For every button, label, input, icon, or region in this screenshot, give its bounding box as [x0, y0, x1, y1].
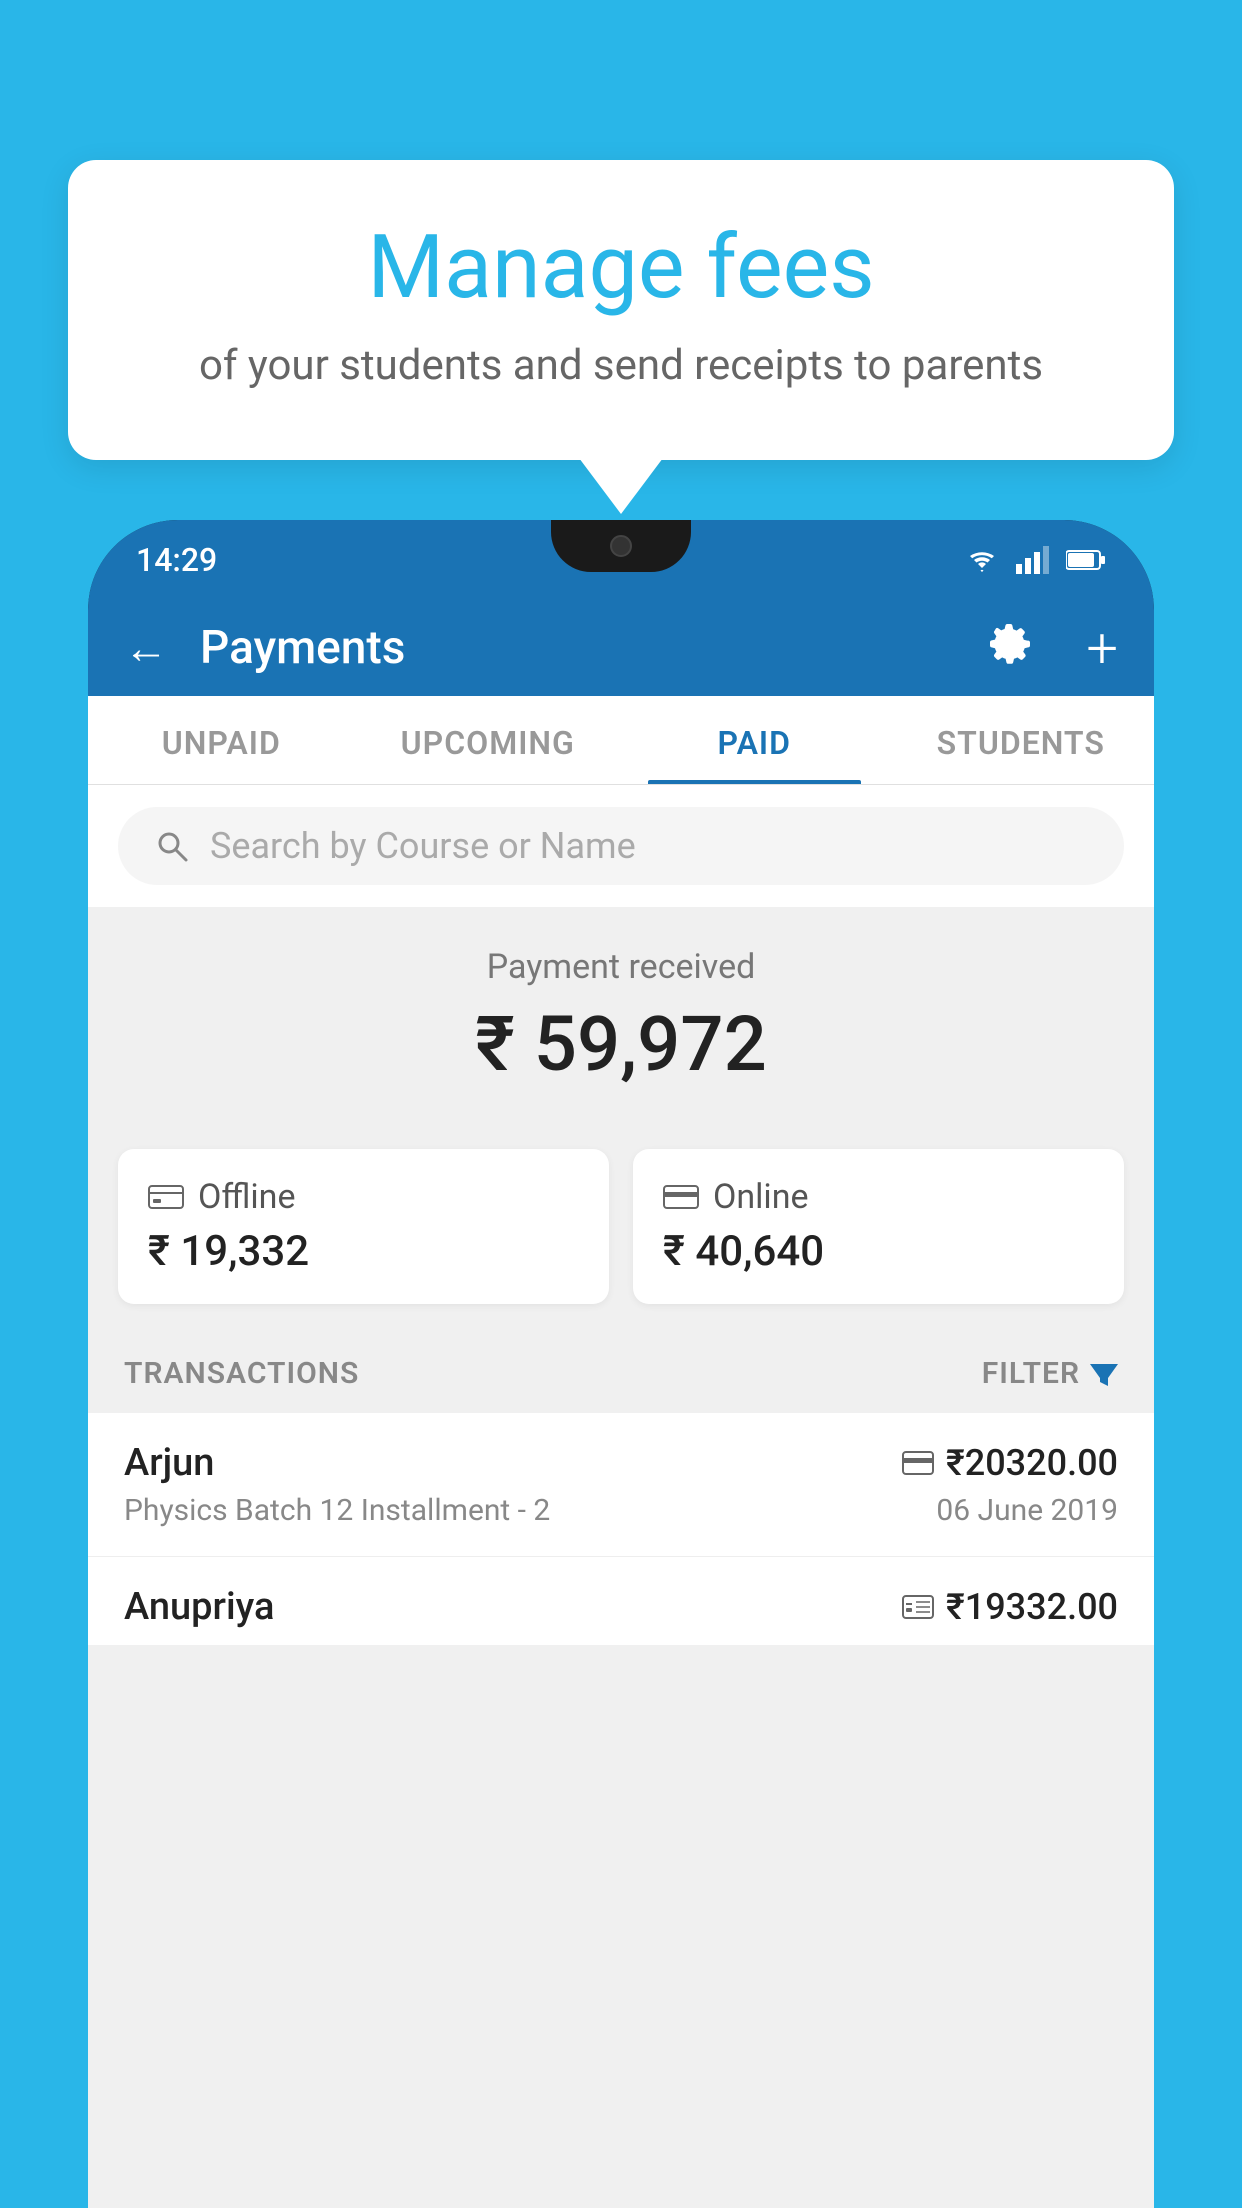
transaction-bottom: Physics Batch 12 Installment - 2 06 June…: [124, 1493, 1118, 1528]
transaction-top: Arjun ₹20320.00: [124, 1441, 1118, 1485]
online-label: Online: [713, 1177, 809, 1217]
cash-payment-icon: [902, 1594, 934, 1620]
transaction-course: Physics Batch 12 Installment - 2: [124, 1493, 550, 1528]
wifi-icon: [964, 546, 1000, 574]
filter-label: FILTER: [982, 1356, 1080, 1391]
status-time: 14:29: [136, 541, 217, 579]
transaction-name: Arjun: [124, 1441, 214, 1485]
status-icons: [964, 546, 1106, 574]
transaction-row[interactable]: Anupriya ₹19332.00: [88, 1557, 1154, 1645]
header-title: Payments: [200, 621, 954, 675]
status-bar: 14:29: [88, 520, 1154, 600]
offline-card-header: Offline: [148, 1177, 579, 1217]
card-payment-icon: [902, 1450, 934, 1476]
back-button[interactable]: ←: [124, 622, 168, 674]
notch: [551, 520, 691, 572]
settings-button[interactable]: [986, 619, 1034, 678]
payment-received-label: Payment received: [118, 947, 1124, 987]
online-icon: [663, 1183, 699, 1211]
offline-amount: ₹ 19,332: [148, 1227, 579, 1276]
filter-icon: [1090, 1360, 1118, 1388]
transaction-date: 06 June 2019: [936, 1493, 1118, 1528]
offline-label: Offline: [198, 1177, 295, 1217]
transaction-top: Anupriya ₹19332.00: [124, 1585, 1118, 1629]
search-bar[interactable]: Search by Course or Name: [118, 807, 1124, 885]
transaction-amount: ₹20320.00: [946, 1442, 1118, 1484]
search-container: Search by Course or Name: [88, 785, 1154, 907]
online-card-header: Online: [663, 1177, 1094, 1217]
online-payment-card: Online ₹ 40,640: [633, 1149, 1124, 1304]
speech-bubble-card: Manage fees of your students and send re…: [68, 160, 1174, 460]
search-placeholder: Search by Course or Name: [210, 825, 636, 867]
payment-method-cards: Offline ₹ 19,332 Online ₹ 40,640: [118, 1149, 1124, 1304]
tab-students[interactable]: STUDENTS: [888, 696, 1155, 784]
payment-total-amount: ₹ 59,972: [118, 999, 1124, 1089]
payment-received-section: Payment received ₹ 59,972: [88, 907, 1154, 1149]
transaction-amount: ₹19332.00: [946, 1586, 1118, 1628]
signal-icon: [1016, 546, 1050, 574]
background: Manage fees of your students and send re…: [0, 0, 1242, 2208]
tabs-bar: UNPAID UPCOMING PAID STUDENTS: [88, 696, 1154, 785]
online-amount: ₹ 40,640: [663, 1227, 1094, 1276]
front-camera: [610, 535, 632, 557]
filter-button[interactable]: FILTER: [982, 1356, 1118, 1391]
transactions-label: TRANSACTIONS: [124, 1356, 359, 1391]
battery-icon: [1066, 549, 1106, 571]
transactions-header: TRANSACTIONS FILTER: [88, 1334, 1154, 1413]
transaction-amount-wrapper: ₹19332.00: [902, 1586, 1118, 1628]
transaction-list: Arjun ₹20320.00 Physics Batch 12 Install…: [88, 1413, 1154, 1645]
search-icon: [154, 828, 190, 864]
offline-payment-card: Offline ₹ 19,332: [118, 1149, 609, 1304]
transaction-row[interactable]: Arjun ₹20320.00 Physics Batch 12 Install…: [88, 1413, 1154, 1557]
app-content: Search by Course or Name Payment receive…: [88, 785, 1154, 2208]
phone-frame: 14:29: [88, 520, 1154, 2208]
app-header: ← Payments +: [88, 600, 1154, 696]
bubble-title: Manage fees: [148, 220, 1094, 317]
tab-paid[interactable]: PAID: [621, 696, 888, 784]
bubble-subtitle: of your students and send receipts to pa…: [148, 341, 1094, 390]
tab-unpaid[interactable]: UNPAID: [88, 696, 355, 784]
transaction-amount-wrapper: ₹20320.00: [902, 1442, 1118, 1484]
offline-icon: [148, 1182, 184, 1212]
tab-upcoming[interactable]: UPCOMING: [355, 696, 622, 784]
add-button[interactable]: +: [1086, 615, 1118, 681]
transaction-name: Anupriya: [124, 1585, 274, 1629]
